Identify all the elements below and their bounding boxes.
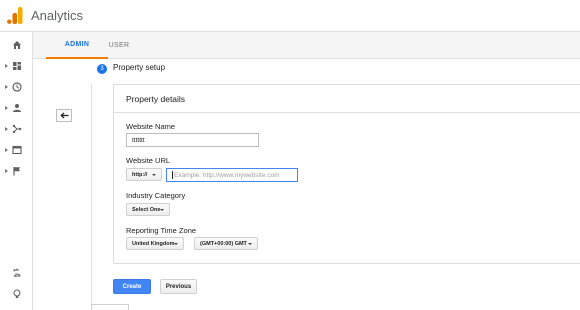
conversions-flag-icon: [12, 166, 22, 176]
nav-conversions[interactable]: [0, 163, 33, 179]
nav-discover[interactable]: [0, 265, 33, 281]
website-url-label: Website URL: [126, 156, 171, 165]
industry-category-value: Select One: [132, 206, 161, 213]
discover-icon: [12, 268, 22, 278]
acquisition-icon: [12, 124, 22, 134]
website-url-placeholder: Example: http://www.mywebsite.com: [174, 171, 280, 179]
lightbulb-icon: [12, 289, 22, 299]
step-number-badge: 3: [97, 64, 107, 74]
home-icon: [12, 40, 22, 50]
website-name-value: ttttttt: [132, 136, 145, 144]
chevron-down-icon: [248, 243, 252, 245]
nav-behavior[interactable]: [0, 142, 33, 158]
customization-icon: [12, 61, 22, 71]
previous-button[interactable]: Previous: [160, 279, 197, 294]
analytics-logo-icon: [7, 7, 23, 24]
website-name-label: Website Name: [126, 122, 176, 131]
step-title: Property setup: [113, 63, 166, 72]
time-zone-country-value: United Kingdom: [132, 240, 175, 247]
divider: [91, 84, 92, 310]
app-title: Analytics: [31, 8, 84, 23]
chevron-down-icon: [174, 243, 178, 245]
main-content: 3 Property setup Property details Websit…: [33, 59, 580, 310]
behavior-icon: [12, 145, 22, 155]
card-header: Property details: [114, 85, 580, 113]
bottom-panel-edge: [91, 304, 129, 310]
back-button[interactable]: [56, 109, 72, 122]
nav-customization[interactable]: [0, 58, 33, 74]
website-name-input[interactable]: ttttttt: [126, 133, 259, 147]
create-button[interactable]: Create: [113, 279, 151, 294]
nav-audience[interactable]: [0, 100, 33, 116]
industry-category-select[interactable]: Select One: [126, 203, 170, 216]
nav-realtime[interactable]: [0, 79, 33, 95]
website-url-input[interactable]: Example: http://www.mywebsite.com: [166, 168, 298, 182]
chevron-down-icon: [160, 209, 164, 211]
audience-person-icon: [12, 103, 22, 113]
left-nav-rail: [0, 32, 33, 310]
tab-user[interactable]: USER: [96, 32, 142, 59]
property-details-card: Property details Website Name ttttttt We…: [113, 84, 580, 264]
realtime-clock-icon: [12, 82, 22, 92]
text-cursor: [172, 171, 173, 179]
time-zone-value: (GMT+00:00) GMT: [200, 240, 247, 247]
chevron-down-icon: [152, 174, 156, 176]
admin-tabs: ADMIN USER: [33, 32, 580, 59]
nav-acquisition[interactable]: [0, 121, 33, 137]
time-zone-label: Reporting Time Zone: [126, 226, 197, 235]
top-bar: Analytics: [0, 0, 580, 32]
nav-insights[interactable]: [0, 286, 33, 302]
protocol-select[interactable]: http://: [126, 168, 162, 181]
time-zone-country-select[interactable]: United Kingdom: [126, 237, 184, 250]
nav-home[interactable]: [0, 37, 33, 53]
back-arrow-icon: [59, 112, 68, 119]
industry-category-label: Industry Category: [126, 191, 186, 200]
protocol-value: http://: [132, 171, 148, 178]
card-title: Property details: [126, 94, 186, 104]
time-zone-select[interactable]: (GMT+00:00) GMT: [194, 237, 258, 250]
